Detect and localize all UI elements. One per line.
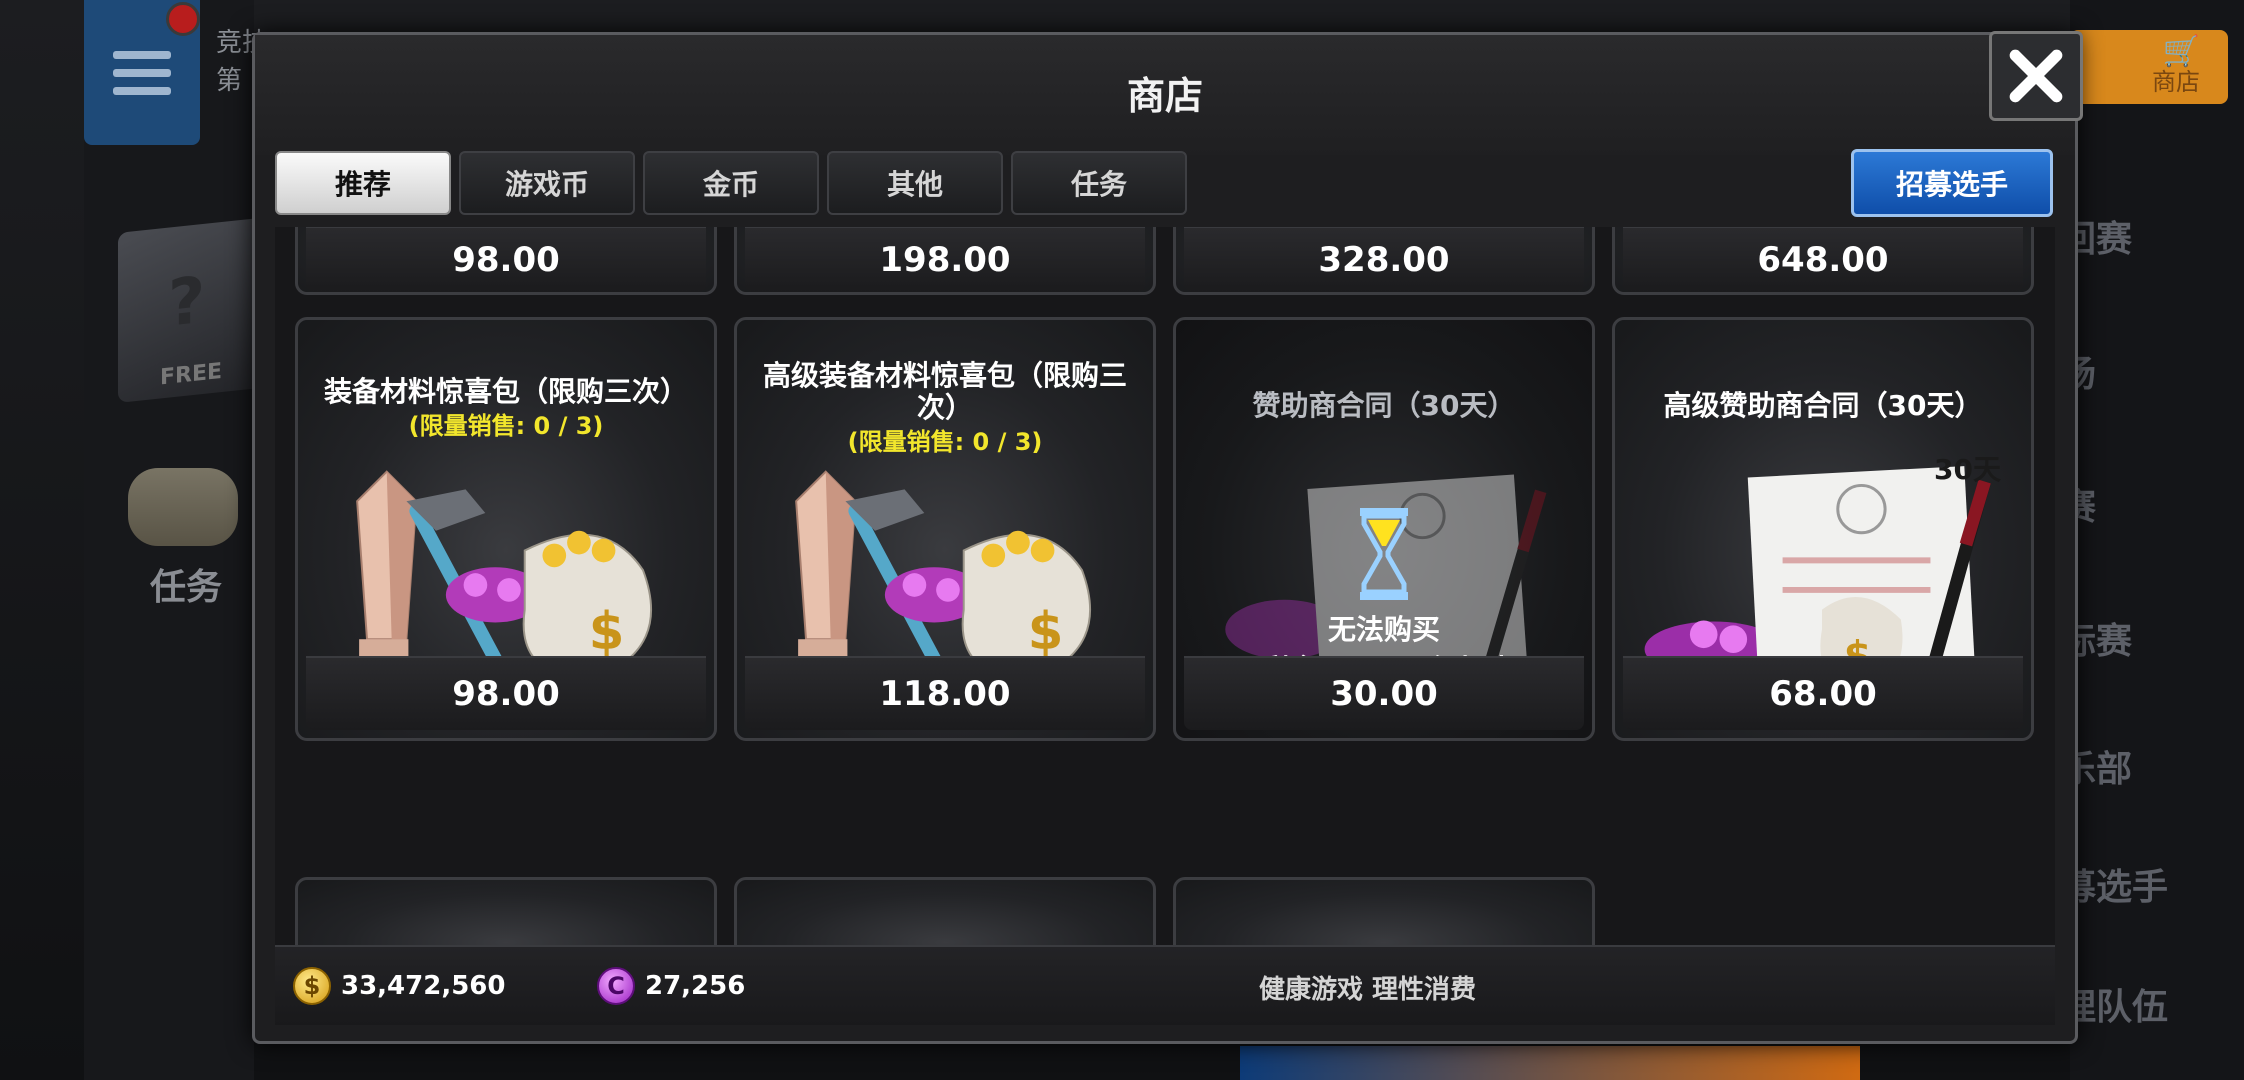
background-shop-button[interactable]: 🛒 商店	[2070, 30, 2228, 104]
close-icon	[2009, 49, 2063, 103]
item-price: 328.00	[1184, 227, 1584, 292]
free-box[interactable]: ? FREE	[118, 217, 268, 403]
tab-gold[interactable]: 金币	[643, 151, 819, 215]
item-limit-label: (限量销售: 0 / 3)	[408, 412, 604, 440]
health-slogan: 健康游戏 理性消费	[1259, 975, 1477, 1005]
notification-dot	[166, 2, 200, 36]
dialog-title: 商店	[1126, 74, 1203, 118]
shop-item-card[interactable]: 648.00	[1612, 227, 2034, 295]
shop-item-card[interactable]: 赞助商合同（30天） 无法购买 (剩余29天23	[1173, 317, 1595, 741]
unavailable-label: 无法购买	[1327, 613, 1440, 646]
currency-footer: $ 33,472,560 C 27,256 健康游戏 理性消费	[275, 945, 2055, 1025]
shop-item-card[interactable]: 装备材料惊喜包（限购三次） (限量销售: 0 / 3) $ 98.00	[295, 317, 717, 741]
game-screen: 竞技 第 ? FREE 任务 🛒 商店 回赛 场 赛 际赛 乐部 募选手 理队伍 …	[0, 0, 2244, 1080]
background-bottom-strip	[1240, 1046, 1860, 1080]
shop-item-card[interactable]: 98.00	[295, 227, 717, 295]
tab-game-currency[interactable]: 游戏币	[459, 151, 635, 215]
cart-icon: 🛒	[2162, 34, 2200, 69]
shop-item-card[interactable]: 198.00	[734, 227, 1156, 295]
hourglass-icon	[1360, 508, 1408, 600]
recruit-players-button[interactable]: 招募选手	[1851, 149, 2053, 217]
svg-text:$: $	[589, 602, 625, 662]
shop-item-card[interactable]: 高级赞助商合同（30天） $ 30天 68.00	[1612, 317, 2034, 741]
item-price: 648.00	[1623, 227, 2023, 292]
background-task-label[interactable]: 任务	[150, 558, 222, 610]
tab-other[interactable]: 其他	[827, 151, 1003, 215]
shop-item-grid[interactable]: 98.00 198.00 328.00 648.00 装备材料惊喜包（限购三次）…	[275, 227, 2055, 945]
item-price: 98.00	[306, 227, 706, 292]
item-price: 98.00	[306, 656, 706, 730]
shop-item-card[interactable]	[1173, 877, 1595, 945]
item-title: 高级装备材料惊喜包（限购三次） (限量销售: 0 / 3)	[737, 360, 1153, 458]
scroll-icon	[128, 468, 238, 546]
gold-balance: $ 33,472,560	[293, 967, 505, 1005]
tab-tasks[interactable]: 任务	[1011, 151, 1187, 215]
hamburger-icon	[113, 50, 171, 95]
shop-item-card[interactable]	[295, 877, 717, 945]
item-price: 30.00	[1184, 656, 1584, 730]
tab-recommended[interactable]: 推荐	[275, 151, 451, 215]
item-price: 198.00	[745, 227, 1145, 292]
c-coin-icon: C	[597, 967, 635, 1005]
gold-coin-icon: $	[293, 967, 331, 1005]
duration-badge: 30天	[1934, 453, 2001, 486]
item-limit-label: (限量销售: 0 / 3)	[847, 428, 1043, 456]
shop-item-card[interactable]	[734, 877, 1156, 945]
close-button[interactable]	[1989, 31, 2083, 121]
item-price: 118.00	[745, 656, 1145, 730]
svg-text:$: $	[1028, 602, 1064, 662]
c-coin-balance: C 27,256	[597, 967, 745, 1005]
tab-bar: 推荐 游戏币 金币 其他 任务	[275, 151, 1187, 217]
item-title: 赞助商合同（30天）	[1252, 389, 1516, 422]
item-title: 高级赞助商合同（30天）	[1663, 389, 1983, 422]
shop-item-card[interactable]: 328.00	[1173, 227, 1595, 295]
item-title: 装备材料惊喜包（限购三次） (限量销售: 0 / 3)	[298, 376, 714, 442]
shop-item-card[interactable]: 高级装备材料惊喜包（限购三次） (限量销售: 0 / 3) $ 118.00	[734, 317, 1156, 741]
item-price: 68.00	[1623, 656, 2023, 730]
background-right-panel	[2070, 0, 2244, 1080]
shop-dialog: 商店 推荐 游戏币 金币 其他 任务 招募选手 98.00 198.00 328…	[252, 31, 2083, 1044]
